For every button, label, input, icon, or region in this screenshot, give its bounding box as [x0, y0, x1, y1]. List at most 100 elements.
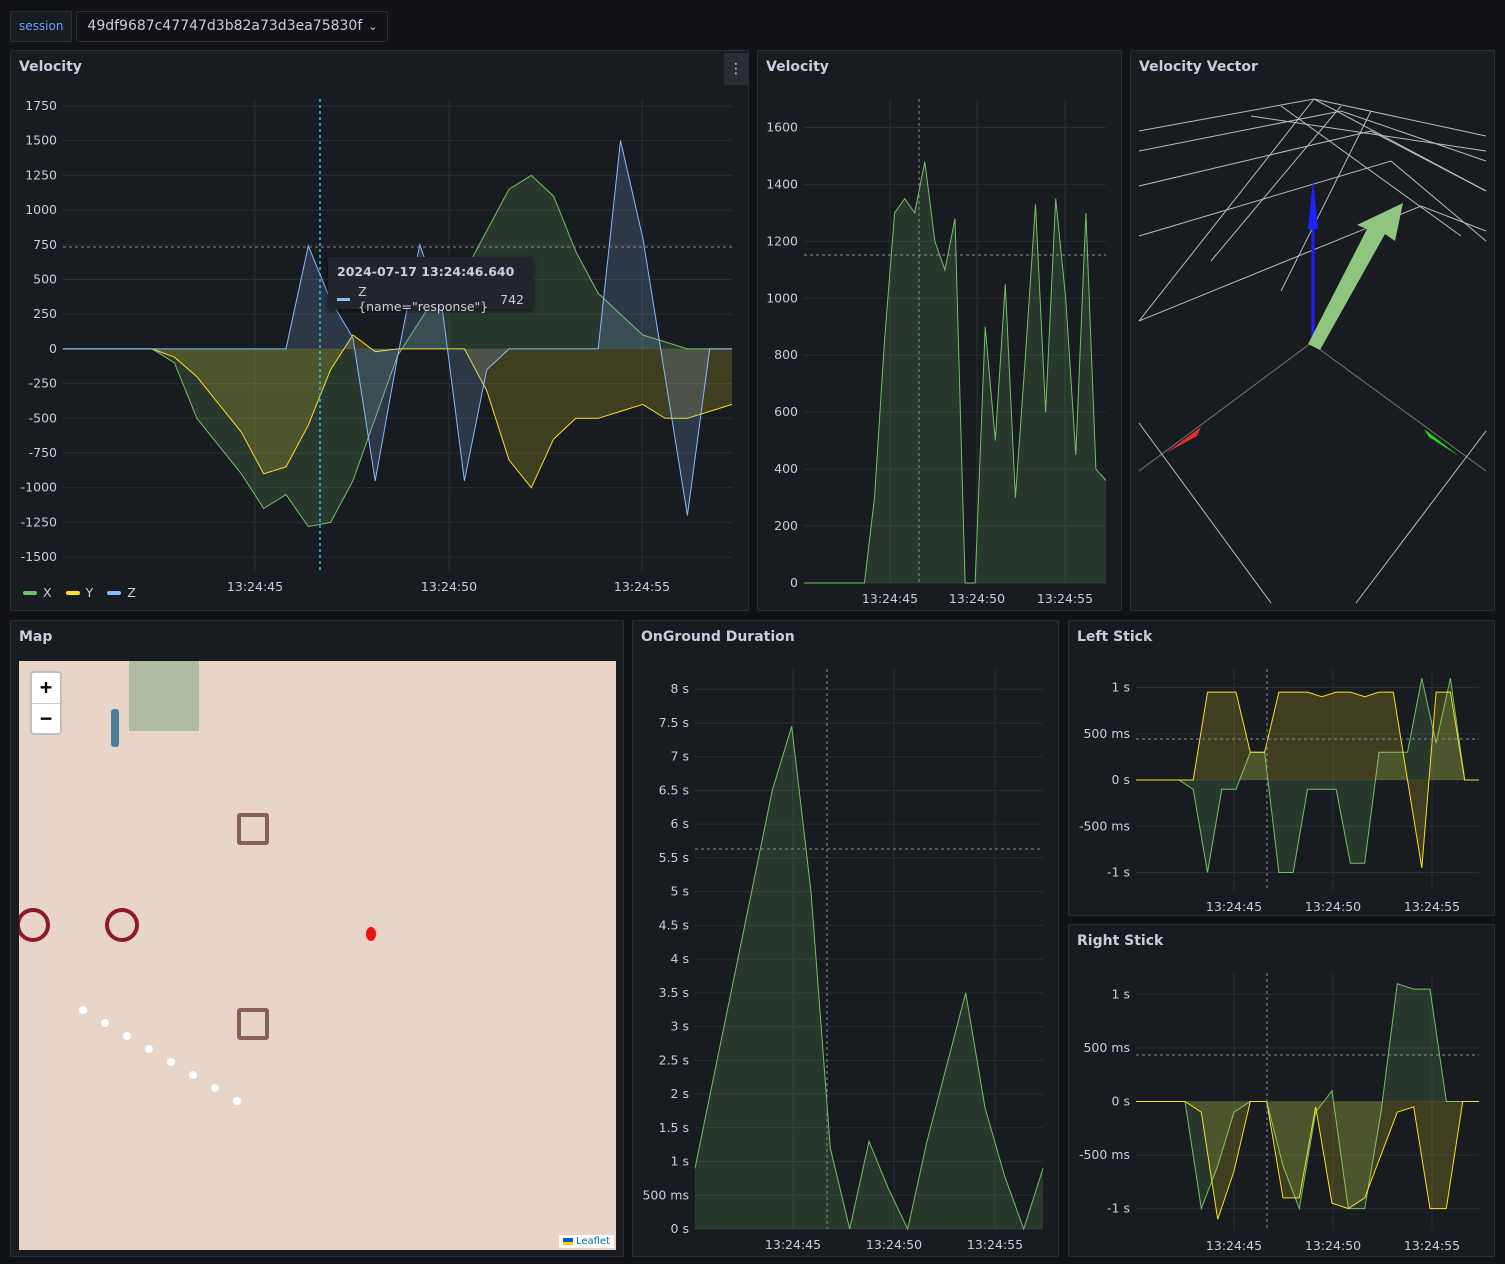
- legend-swatch: [23, 590, 37, 595]
- series-area-Z: [63, 140, 732, 516]
- map-dot: [167, 1058, 175, 1066]
- y-tick-label: 0 s: [671, 1221, 689, 1236]
- panel-title: Map: [19, 629, 53, 645]
- z-axis-arrow-head: [1308, 179, 1318, 229]
- y-tick-label: -500 ms: [1079, 1147, 1130, 1162]
- velocity-speed-panel: Velocity 1600 1400 1200 1000 800 600 400 200 0 13…: [757, 50, 1122, 611]
- y-tick-label: 1750: [25, 98, 57, 113]
- ukraine-flag-icon: [562, 1238, 573, 1245]
- map-dot: [101, 1019, 109, 1027]
- y-tick-label: 1 s: [1112, 680, 1130, 695]
- right-stick-panel: Right Stick 1 s 500 ms 0 s -500 ms -1 s 13:24…: [1068, 924, 1495, 1257]
- variable-bar: session 49df9687c47747d3b82a73d3ea75830f…: [10, 11, 389, 42]
- x-axis-arrow: [1166, 427, 1201, 453]
- map-target-marker: [19, 908, 50, 942]
- axis-lines: [1138, 342, 1487, 472]
- y-tick-label: 6 s: [671, 816, 689, 831]
- map-attribution[interactable]: Leaflet: [558, 1235, 614, 1248]
- y-tick-label: 5.5 s: [659, 850, 689, 865]
- left-stick-chart[interactable]: 1 s 500 ms 0 s -500 ms -1 s 13:24:45 13:24:50 1…: [1069, 621, 1495, 916]
- y-tick-label: 500 ms: [642, 1187, 689, 1202]
- legend-item-y[interactable]: Y: [65, 585, 93, 600]
- x-tick-label: 13:24:45: [1206, 1238, 1262, 1253]
- velocity-vector-3d-view[interactable]: [1131, 51, 1495, 611]
- y-axis-arrow: [1424, 429, 1459, 456]
- chevron-down-icon: ⌄: [368, 20, 378, 33]
- onground-duration-panel: OnGround Duration 8 s 7.5 s7 s 6.5 s6 s 5.5…: [632, 620, 1059, 1257]
- y-tick-label: 0: [790, 575, 798, 590]
- map-marker-square: [237, 1008, 269, 1040]
- x-tick-label: 13:24:45: [227, 579, 283, 594]
- map-canvas[interactable]: + − Leaflet: [19, 661, 616, 1250]
- x-tick-label: 13:24:55: [614, 579, 670, 594]
- map-dot: [233, 1097, 241, 1105]
- y-tick-label: 7.5 s: [659, 715, 689, 730]
- x-tick-label: 13:24:45: [765, 1237, 821, 1252]
- velocity-xyz-chart[interactable]: 1750 1500 1250 1000 750 500 250 0 -250 -500 -750 -1…: [11, 51, 749, 611]
- map-location-pin: [366, 927, 376, 941]
- y-tick-label: 1200: [766, 233, 798, 248]
- x-tick-label: 13:24:45: [862, 591, 918, 606]
- legend-item-x[interactable]: X: [23, 585, 52, 600]
- y-tick-label: 250: [33, 306, 57, 321]
- y-tick-label: -750: [29, 445, 57, 460]
- series-color-swatch: [337, 297, 351, 301]
- x-tick-label: 13:24:55: [1037, 591, 1093, 606]
- onground-duration-chart[interactable]: 8 s 7.5 s 7 s 6.5 s 6 s 5.5 s 5 s 4.5 s 4 s 3.5 s…: [633, 621, 1059, 1257]
- y-tick-label: 500 ms: [1083, 726, 1130, 741]
- y-tick-label: 5 s: [671, 884, 689, 899]
- map-tile-image: [129, 661, 199, 731]
- map-dot: [211, 1084, 219, 1092]
- legend-swatch: [107, 590, 122, 595]
- map-marker-plane: [111, 709, 119, 747]
- velocity-arrow: [1308, 203, 1403, 350]
- y-tick-label: -1500: [21, 549, 57, 564]
- y-tick-label: -1250: [21, 514, 57, 529]
- session-select[interactable]: 49df9687c47747d3b82a73d3ea75830f ⌄: [76, 11, 389, 42]
- zoom-in-button[interactable]: +: [32, 673, 60, 703]
- velocity-xyz-panel: Velocity ⋮ 1750 1500 1250 1000 750 500 250 0 -25…: [10, 50, 749, 611]
- map-panel: Map + − Leaflet: [10, 620, 624, 1257]
- session-variable-label: session: [10, 11, 73, 42]
- tooltip-value: 742: [500, 291, 524, 307]
- legend-swatch: [65, 590, 80, 595]
- legend-item-z[interactable]: Z: [107, 585, 136, 600]
- x-tick-label: 13:24:50: [866, 1237, 922, 1252]
- y-tick-label: 3.5 s: [659, 985, 689, 1000]
- y-tick-label: 600: [774, 404, 798, 419]
- velocity-vector-panel: Velocity Vector: [1130, 50, 1495, 611]
- y-tick-label: 500: [33, 271, 57, 286]
- right-stick-chart[interactable]: 1 s 500 ms 0 s -500 ms -1 s 13:24:45 13:24:50 1…: [1069, 925, 1495, 1257]
- attribution-link[interactable]: Leaflet: [576, 1236, 610, 1247]
- x-tick-label: 13:24:45: [1206, 899, 1262, 914]
- zoom-out-button[interactable]: −: [32, 703, 60, 733]
- y-tick-label: 6.5 s: [659, 782, 689, 797]
- y-tick-label: 1.5 s: [659, 1120, 689, 1135]
- y-tick-label: 1400: [766, 176, 798, 191]
- velocity-speed-chart[interactable]: 1600 1400 1200 1000 800 600 400 200 0 13:24:45 13:…: [758, 51, 1122, 611]
- y-tick-label: 500 ms: [1083, 1040, 1130, 1055]
- left-stick-panel: Left Stick 1 s 500 ms 0 s -500 ms -1 s 13:24:…: [1068, 620, 1495, 916]
- map-marker-square: [237, 813, 269, 845]
- y-tick-label: 1600: [766, 119, 798, 134]
- map-dot: [123, 1032, 131, 1040]
- y-tick-label: 0: [49, 341, 57, 356]
- map-dot: [189, 1071, 197, 1079]
- y-tick-label: 800: [774, 347, 798, 362]
- y-tick-label: 400: [774, 461, 798, 476]
- y-tick-label: -250: [29, 376, 57, 391]
- y-tick-label: 0 s: [1112, 1094, 1130, 1109]
- y-tick-label: 1 s: [671, 1154, 689, 1169]
- y-tick-label: 3 s: [671, 1019, 689, 1034]
- y-tick-label: 1250: [25, 167, 57, 182]
- x-tick-label: 13:24:55: [967, 1237, 1023, 1252]
- y-tick-label: -1 s: [1107, 1201, 1130, 1216]
- x-tick-label: 13:24:50: [949, 591, 1005, 606]
- legend-label: Z: [127, 585, 136, 600]
- y-tick-label: 2 s: [671, 1086, 689, 1101]
- y-tick-label: 4.5 s: [659, 917, 689, 932]
- y-tick-label: 200: [774, 518, 798, 533]
- series-area-onground: [695, 726, 1043, 1229]
- y-tick-label: 8 s: [671, 681, 689, 696]
- y-tick-label: 1000: [766, 290, 798, 305]
